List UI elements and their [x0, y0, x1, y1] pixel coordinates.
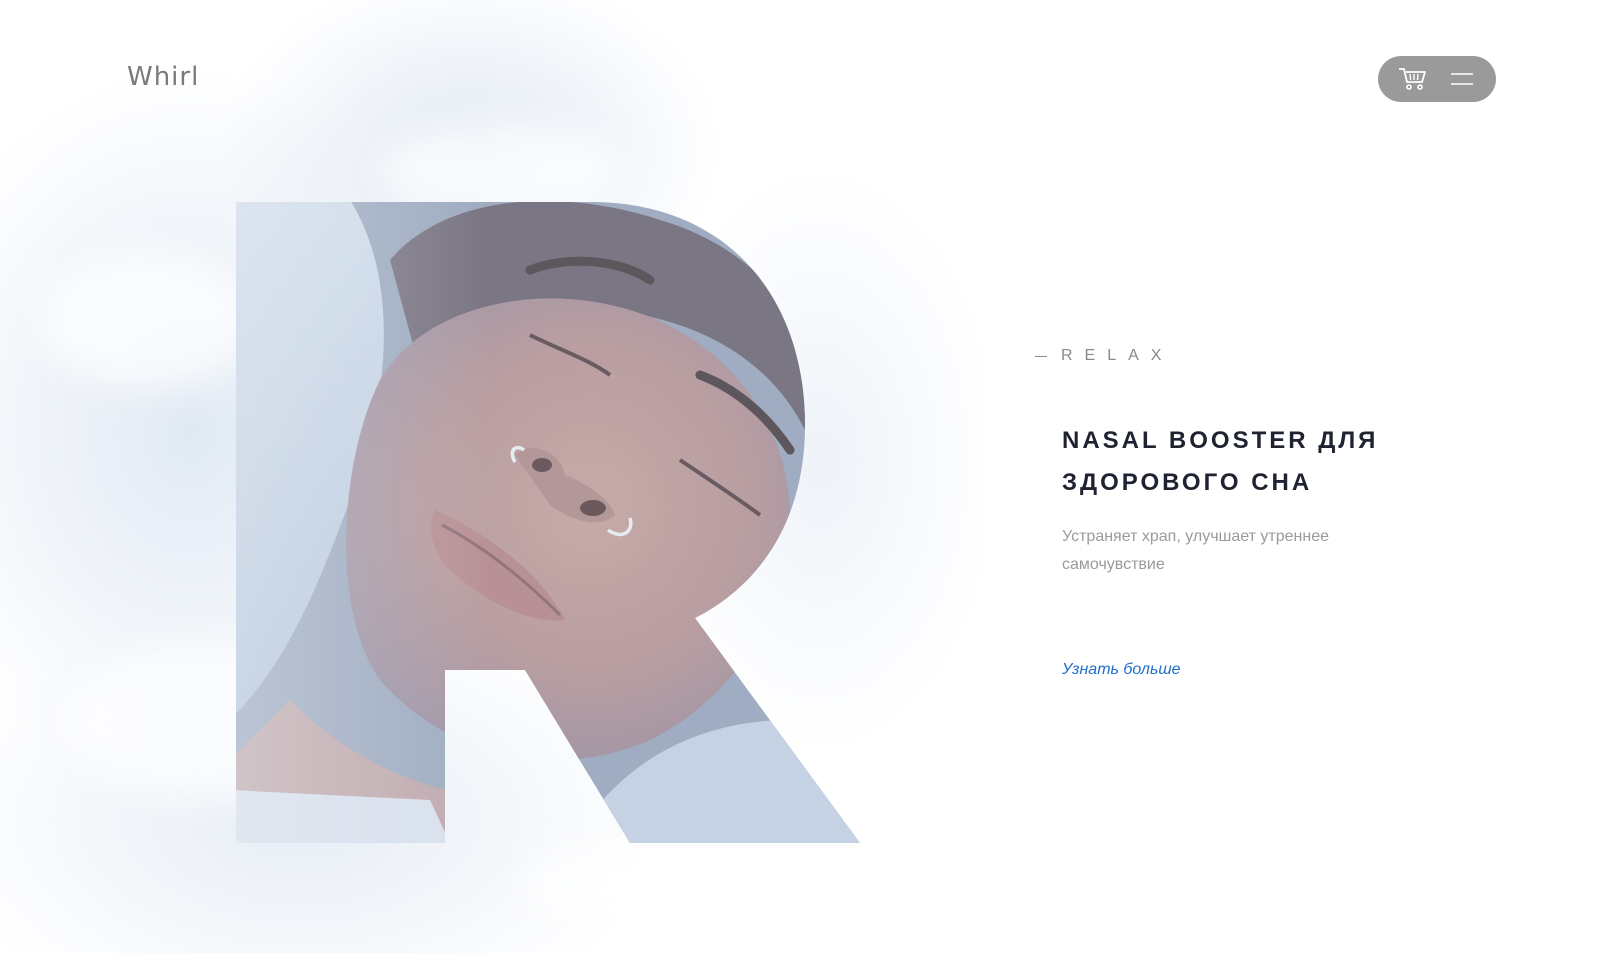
eyebrow-text: RELAX — [1061, 347, 1174, 364]
learn-more-link[interactable]: Узнать больше — [1062, 661, 1181, 679]
eyebrow-dash — [1035, 355, 1047, 357]
cart-icon — [1398, 68, 1426, 90]
hero-letter-r-image — [236, 202, 860, 843]
header-actions — [1378, 56, 1496, 102]
brand-logo[interactable]: Whirl — [127, 62, 199, 92]
hamburger-menu-icon — [1450, 73, 1473, 85]
eyebrow-label: RELAX — [1035, 347, 1173, 365]
hero-headline: NASAL BOOSTER ДЛЯ ЗДОРОВОГО СНА — [1062, 427, 1379, 496]
landing-page: Whirl RELAX NASAL BOOSTER ДЛЯ ЗДОРОВОГО … — [0, 0, 1600, 953]
menu-button[interactable] — [1444, 61, 1480, 97]
cart-button[interactable] — [1395, 61, 1431, 97]
hero-subtext: Устраняет храп, улучшает утреннее самочу… — [1062, 528, 1329, 573]
